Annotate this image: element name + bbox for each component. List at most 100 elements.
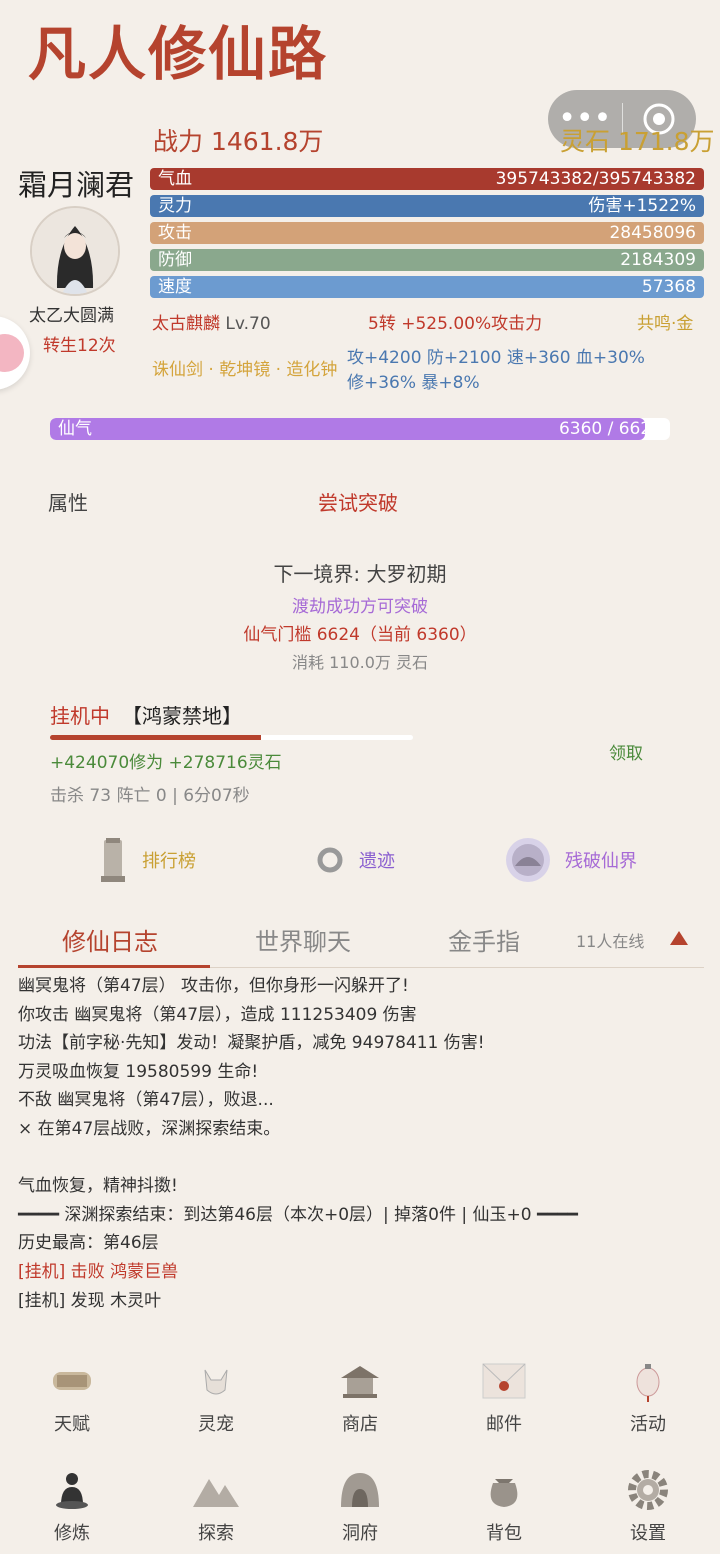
mountain-icon bbox=[193, 1479, 239, 1507]
hp-bar: 气血 395743382/395743382 bbox=[150, 168, 704, 190]
set-bonus-line-2: 修+36% 暴+8% bbox=[347, 373, 480, 393]
ranking-link[interactable]: 排行榜 bbox=[98, 836, 196, 884]
combat-power: 战力 1461.8万 bbox=[153, 127, 324, 156]
hp-label: 气血 bbox=[158, 169, 192, 189]
scroll-icon bbox=[53, 1372, 91, 1390]
nav-bag-label: 背包 bbox=[486, 1523, 522, 1544]
mana-label: 灵力 bbox=[158, 196, 192, 216]
idle-gains: +424070修为 +278716灵石 bbox=[50, 753, 282, 773]
idle-location[interactable]: 【鸿蒙禁地】 bbox=[122, 700, 242, 729]
claim-button[interactable]: 领取 bbox=[609, 739, 643, 764]
cave-icon bbox=[341, 1473, 379, 1507]
log-line: 幽冥鬼将（第47层） 攻击你，但你身形一闪躲开了! bbox=[18, 976, 409, 996]
game-title: 凡人修仙路 bbox=[28, 20, 329, 88]
set-bonus-line-1: 攻+4200 防+2100 速+360 血+30% bbox=[347, 348, 645, 368]
tab-cheats[interactable]: 金手指 bbox=[448, 922, 520, 957]
mana-value: 伤害+1522% bbox=[588, 196, 696, 216]
tribulation-hint: 渡劫成功方可突破 bbox=[292, 597, 428, 617]
ruins-link[interactable]: 遗迹 bbox=[315, 836, 395, 884]
collapse-arrow-icon[interactable] bbox=[670, 930, 688, 949]
defense-bar: 防御 2184309 bbox=[150, 249, 704, 271]
nav-pet[interactable]: 灵宠 bbox=[144, 1356, 288, 1436]
tab-world-chat[interactable]: 世界聊天 bbox=[255, 922, 351, 957]
nav-shop[interactable]: 商店 bbox=[288, 1356, 432, 1436]
defense-label: 防御 bbox=[158, 250, 192, 270]
nav-bag[interactable]: 背包 bbox=[432, 1465, 576, 1545]
broken-realm-link[interactable]: 残破仙界 bbox=[505, 836, 637, 884]
nav-cave[interactable]: 洞府 bbox=[288, 1465, 432, 1545]
log-line: 万灵吸血恢复 19580599 生命! bbox=[18, 1061, 259, 1082]
nav-explore-label: 探索 bbox=[198, 1523, 234, 1544]
realm-orb-icon bbox=[506, 838, 550, 882]
log-line: 功法【前字秘·先知】发动！凝聚护盾，减免 94978411 伤害! bbox=[18, 1033, 485, 1054]
nav-settings-label: 设置 bbox=[630, 1523, 666, 1544]
nav-talent[interactable]: 天赋 bbox=[0, 1356, 144, 1436]
speed-value: 57368 bbox=[641, 277, 696, 297]
attack-bar: 攻击 28458096 bbox=[150, 222, 704, 244]
immortal-qi-value: 6360 / 6624 bbox=[558, 419, 662, 439]
log-line: 历史最高：第46层 bbox=[18, 1233, 159, 1254]
defense-value: 2184309 bbox=[620, 250, 696, 270]
nav-settings[interactable]: 设置 bbox=[576, 1465, 720, 1545]
ring-icon bbox=[317, 847, 343, 873]
nav-cave-label: 洞府 bbox=[342, 1523, 378, 1544]
player-avatar[interactable] bbox=[30, 206, 120, 296]
lantern-icon bbox=[636, 1364, 660, 1402]
speed-label: 速度 bbox=[158, 277, 192, 297]
nav-shop-label: 商店 bbox=[342, 1414, 378, 1435]
pillar-icon bbox=[101, 838, 125, 882]
pavilion-icon bbox=[341, 1366, 379, 1398]
ranking-label: 排行榜 bbox=[142, 851, 196, 872]
player-name: 霜月澜君 bbox=[18, 168, 135, 202]
log-line: 不敌 幽冥鬼将（第47层），败退... bbox=[18, 1090, 274, 1111]
rebirth-count: 转生12次 bbox=[43, 336, 116, 356]
equipment-list[interactable]: 诛仙剑 · 乾坤镜 · 造化钟 bbox=[152, 355, 337, 380]
ruins-label: 遗迹 bbox=[359, 851, 395, 872]
side-float-button[interactable] bbox=[0, 316, 30, 390]
next-realm: 下一境界: 大罗初期 bbox=[273, 562, 447, 586]
chart-icon bbox=[0, 334, 24, 372]
immortal-qi-fill bbox=[50, 418, 646, 440]
immortal-qi-bar: 仙气 6360 / 6624 bbox=[50, 418, 670, 440]
qi-threshold: 仙气门槛 6624（当前 6360） bbox=[243, 625, 477, 645]
active-tab-underline bbox=[18, 965, 210, 968]
nav-mail-label: 邮件 bbox=[486, 1414, 522, 1435]
mana-bar: 灵力 伤害+1522% bbox=[150, 195, 704, 217]
mount-name: 太古麒麟 bbox=[152, 314, 220, 334]
tab-breakthrough[interactable]: 尝试突破 bbox=[318, 487, 398, 516]
immortal-qi-label: 仙气 bbox=[58, 419, 92, 439]
envelope-icon bbox=[482, 1363, 526, 1399]
log-line: [挂机] 发现 木灵叶 bbox=[18, 1290, 162, 1311]
nav-explore[interactable]: 探索 bbox=[144, 1465, 288, 1545]
log-line: 你攻击 幽冥鬼将（第47层），造成 111253409 伤害 bbox=[18, 1004, 417, 1025]
nav-cultivate[interactable]: 修炼 bbox=[0, 1465, 144, 1545]
nav-events-label: 活动 bbox=[630, 1414, 666, 1435]
attack-label: 攻击 bbox=[158, 223, 192, 243]
nav-pet-label: 灵宠 bbox=[198, 1414, 234, 1435]
mount-info[interactable]: 太古麒麟 Lv.70 bbox=[152, 309, 271, 334]
fox-icon bbox=[204, 1369, 228, 1395]
idle-progress-bar bbox=[50, 735, 413, 740]
speed-bar: 速度 57368 bbox=[150, 276, 704, 298]
idle-stats: 击杀 73 阵亡 0 | 6分07秒 bbox=[50, 786, 250, 806]
log-line: 气血恢复，精神抖擞! bbox=[18, 1176, 178, 1197]
online-count: 11人在线 bbox=[576, 932, 645, 951]
resonance: 共鸣·金 bbox=[637, 314, 694, 334]
mount-level: Lv.70 bbox=[225, 314, 271, 334]
meditation-icon bbox=[56, 1473, 88, 1509]
gear-icon bbox=[628, 1470, 668, 1510]
attack-value: 28458096 bbox=[609, 223, 696, 243]
tab-cultivation-log[interactable]: 修仙日志 bbox=[62, 922, 158, 957]
log-line: ━━━━ 深渊探索结束：到达第46层（本次+0层）| 掉落0件 | 仙玉+0 ━… bbox=[18, 1204, 578, 1225]
hp-value: 395743382/395743382 bbox=[495, 169, 696, 189]
player-realm: 太乙大圆满 bbox=[29, 306, 114, 326]
nav-talent-label: 天赋 bbox=[54, 1414, 90, 1435]
idle-status: 挂机中 bbox=[50, 704, 110, 728]
tab-attributes[interactable]: 属性 bbox=[48, 487, 88, 516]
idle-progress-fill bbox=[50, 735, 261, 740]
nav-events[interactable]: 活动 bbox=[576, 1356, 720, 1436]
broken-realm-label: 残破仙界 bbox=[565, 851, 637, 872]
log-line: [挂机] 击败 鸿蒙巨兽 bbox=[18, 1261, 179, 1282]
nav-mail[interactable]: 邮件 bbox=[432, 1356, 576, 1436]
